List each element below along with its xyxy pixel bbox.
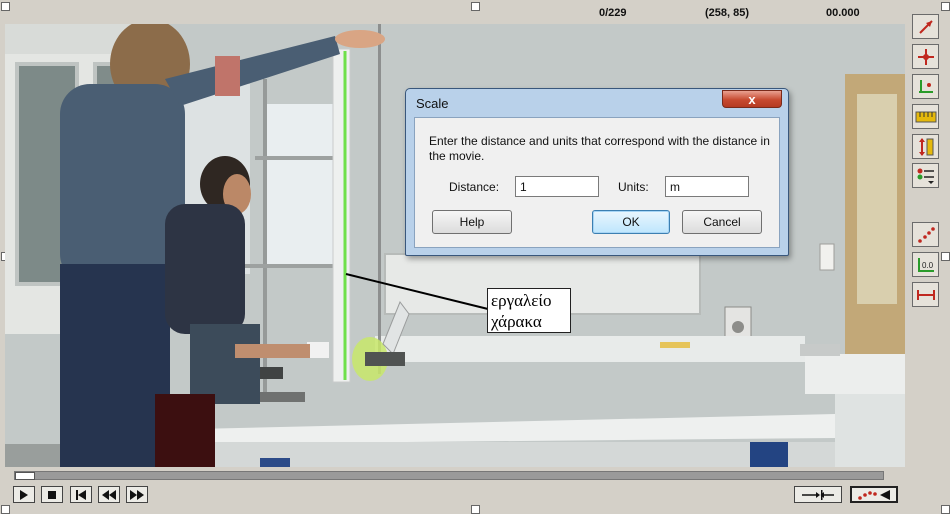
cancel-button[interactable]: Cancel <box>682 210 762 234</box>
resize-handle-bottom-left[interactable] <box>1 505 10 514</box>
go-to-start-button[interactable] <box>70 486 92 503</box>
resize-handle-bottom-right[interactable] <box>941 505 950 514</box>
vertical-scale-icon <box>918 137 933 156</box>
resize-handle-top-right[interactable] <box>941 2 950 11</box>
stop-icon <box>48 490 56 499</box>
scale-dialog: Scale x Enter the distance and units tha… <box>405 88 789 256</box>
play-icon <box>20 489 28 500</box>
step-forward-button[interactable] <box>126 486 148 503</box>
resize-handle-top-center[interactable] <box>471 2 480 11</box>
ok-button[interactable]: OK <box>592 210 670 234</box>
tool-zero[interactable]: 0.0 <box>912 252 939 277</box>
dialog-title: Scale <box>416 96 449 111</box>
trail-points-icon <box>917 226 935 243</box>
frame-counter: 0/229 <box>599 7 627 19</box>
resize-handle-mid-right[interactable] <box>941 252 950 261</box>
frame-step-icon <box>802 489 834 500</box>
data-list-icon <box>917 168 934 184</box>
tool-vertical-scale[interactable] <box>912 134 939 159</box>
tool-select[interactable] <box>912 14 939 39</box>
resize-handle-bottom-center[interactable] <box>471 505 480 514</box>
units-label: Units: <box>618 180 649 194</box>
frame-step-button[interactable] <box>794 486 842 503</box>
tool-axes[interactable] <box>912 74 939 99</box>
tool-ruler[interactable] <box>912 104 939 129</box>
play-button[interactable] <box>13 486 35 503</box>
units-input[interactable] <box>665 176 749 197</box>
timeline-scrubber[interactable] <box>14 471 884 480</box>
tool-origin[interactable] <box>912 44 939 69</box>
measure-distance-icon <box>916 289 935 300</box>
tool-measure[interactable] <box>912 282 939 307</box>
tool-data-list[interactable] <box>912 163 939 188</box>
zero-marker-icon: 0.0 <box>917 257 934 272</box>
fast-forward-icon <box>130 489 144 500</box>
coordinate-readout: (258, 85) <box>705 7 750 19</box>
tool-trail[interactable] <box>912 222 939 247</box>
resize-handle-top-left[interactable] <box>1 2 10 11</box>
timeline-thumb[interactable] <box>15 472 35 480</box>
help-button[interactable]: Help <box>432 210 512 234</box>
rewind-icon <box>102 489 116 500</box>
origin-point-icon <box>917 48 934 65</box>
dialog-prompt: Enter the distance and units that corres… <box>429 134 770 163</box>
dialog-body: Enter the distance and units that corres… <box>414 117 780 248</box>
mark-points-button[interactable] <box>850 486 898 503</box>
mark-points-icon <box>858 489 890 500</box>
distance-input[interactable] <box>515 176 599 197</box>
ruler-tool-callout: εργαλείο χάρακα <box>487 288 571 333</box>
dialog-close-button[interactable]: x <box>722 90 782 108</box>
callout-line-2: χάρακα <box>491 312 542 331</box>
svg-text:0.0: 0.0 <box>922 261 934 270</box>
select-arrow-icon <box>918 19 933 34</box>
distance-label: Distance: <box>449 180 500 194</box>
time-readout: 00.000 <box>826 7 860 19</box>
ruler-scale-icon <box>915 111 936 122</box>
axes-icon <box>918 79 933 93</box>
step-back-button[interactable] <box>98 486 120 503</box>
close-icon: x <box>748 91 756 107</box>
stop-button[interactable] <box>41 486 63 503</box>
skip-start-icon <box>76 489 86 500</box>
callout-line-1: εργαλείο <box>491 291 552 310</box>
